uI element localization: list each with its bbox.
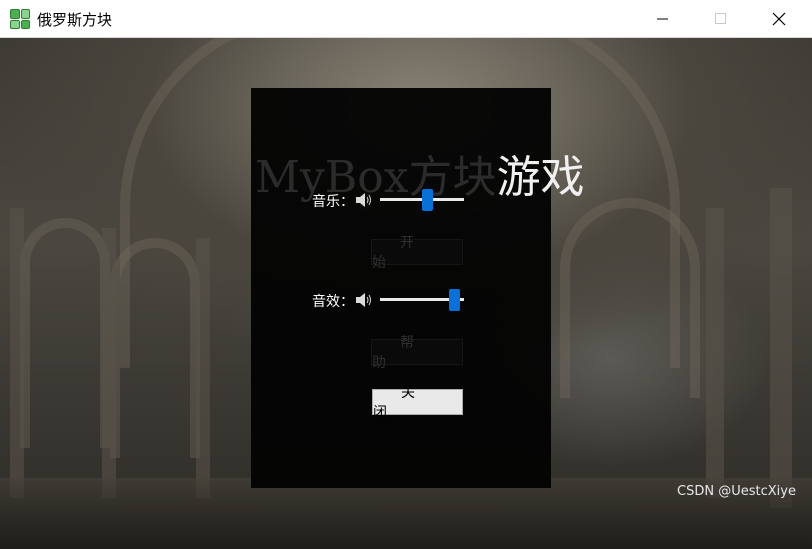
- slider-thumb[interactable]: [449, 289, 460, 311]
- maximize-icon: [715, 12, 726, 24]
- title-bar: 俄罗斯方块: [0, 0, 812, 38]
- slider-thumb[interactable]: [422, 189, 433, 211]
- pillar: [10, 208, 24, 498]
- window-title: 俄罗斯方块: [37, 11, 113, 29]
- sound-effect-label: 音效：: [312, 294, 354, 310]
- start-button[interactable]: 开 始: [371, 235, 463, 271]
- game-title-bright: 游戏: [496, 152, 585, 203]
- menu-panel: [251, 88, 551, 488]
- left-arch-2: [110, 238, 200, 458]
- maximize-button[interactable]: [698, 0, 744, 37]
- close-icon: [772, 12, 786, 25]
- close-window-button[interactable]: [756, 0, 802, 37]
- speaker-icon: [356, 193, 371, 207]
- pillar: [102, 228, 116, 498]
- minimize-icon: [657, 18, 668, 19]
- pillar: [706, 208, 724, 498]
- help-button[interactable]: 帮 助: [371, 335, 463, 371]
- right-arch: [560, 198, 700, 398]
- music-label: 音乐：: [312, 194, 354, 210]
- music-volume-slider[interactable]: [380, 189, 464, 211]
- left-arch: [20, 218, 110, 448]
- pillar: [770, 188, 792, 508]
- close-button[interactable]: 关 闭: [372, 385, 463, 421]
- pillar: [196, 238, 210, 498]
- speaker-icon: [356, 293, 371, 307]
- watermark: CSDN @UestcXiye: [677, 484, 796, 499]
- minimize-button[interactable]: [640, 0, 686, 37]
- sound-effect-volume-slider[interactable]: [380, 289, 464, 311]
- tetris-app-icon: [10, 9, 30, 29]
